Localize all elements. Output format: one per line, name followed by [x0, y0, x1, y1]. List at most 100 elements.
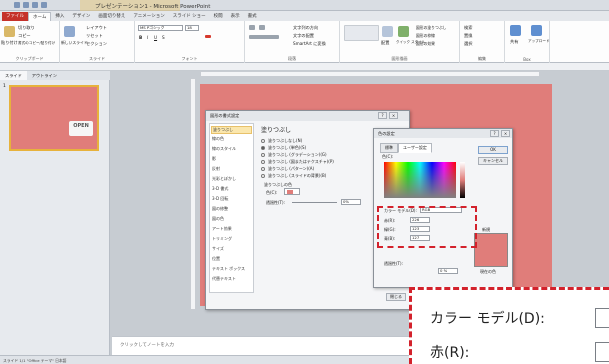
undo-icon[interactable] [32, 2, 38, 8]
share-icon[interactable] [510, 25, 521, 36]
nav-item-line-color[interactable]: 線の色 [212, 136, 224, 142]
luminance-bar[interactable] [460, 162, 465, 198]
transparency-slider[interactable] [292, 202, 337, 203]
panel-tabs: スライド アウトライン [0, 71, 110, 80]
nav-item-3d-format[interactable]: 3-D 書式 [212, 186, 228, 192]
app-icon[interactable] [14, 2, 20, 8]
paste-button[interactable]: 貼り付け [1, 40, 18, 46]
nav-item-glow[interactable]: 光彩とぼかし [212, 176, 236, 182]
redo-icon[interactable] [41, 2, 47, 8]
bold-button[interactable]: B [139, 35, 142, 40]
fill-color-picker[interactable] [284, 188, 300, 195]
copy-button[interactable]: コピー [18, 33, 31, 39]
shape-outline-button[interactable]: 図形の枠線 [416, 33, 435, 39]
radio-picture-fill[interactable] [261, 160, 265, 164]
help-button[interactable]: ? [378, 112, 387, 119]
ok-button[interactable]: OK [478, 146, 508, 154]
nav-item-position[interactable]: 位置 [212, 256, 220, 262]
nav-item-shadow[interactable]: 影 [212, 156, 216, 162]
nav-item-reflection[interactable]: 反射 [212, 166, 220, 172]
tab-home[interactable]: ホーム [28, 12, 52, 21]
tab-insert[interactable]: 挿入 [51, 12, 68, 21]
tab-design[interactable]: デザイン [68, 12, 94, 21]
tab-file[interactable]: ファイル [2, 12, 28, 21]
font-name-input[interactable]: MS Pゴシック [138, 25, 183, 31]
radio-background-fill[interactable] [261, 174, 265, 178]
color-spectrum[interactable] [384, 162, 456, 198]
font-size-input[interactable]: 18 [185, 25, 199, 31]
tab-slides[interactable]: スライド [0, 71, 27, 80]
text-direction-button[interactable]: 文字列の方向 [293, 25, 318, 31]
nav-item-fill[interactable]: 塗りつぶし [211, 126, 252, 134]
replace-button[interactable]: 置換 [464, 33, 472, 39]
upload-icon[interactable] [531, 25, 542, 36]
box-label: Box [523, 57, 531, 62]
nav-item-picture-corrections[interactable]: 図の修整 [212, 206, 228, 212]
radio-gradient-fill[interactable] [261, 153, 265, 157]
color-transparency-input[interactable]: 0 % [438, 268, 458, 274]
slide-thumbnail[interactable]: OPEN [9, 85, 99, 151]
format-close-button[interactable]: 閉じる [386, 293, 406, 301]
format-painter-button[interactable]: 書式のコピー/貼り付け [18, 41, 55, 46]
cut-button[interactable]: 切り取り [18, 25, 35, 31]
reset-button[interactable]: リセット [86, 33, 103, 39]
cancel-button[interactable]: キャンセル [478, 157, 508, 165]
find-button[interactable]: 検索 [464, 25, 472, 31]
new-slide-button[interactable]: 新しいスライド [61, 40, 88, 46]
slides-group: 新しいスライド レイアウト リセット セクション スライド [60, 21, 135, 63]
clipboard-group: 貼り付け 切り取り コピー 書式のコピー/貼り付け クリップボード [0, 21, 60, 63]
tab-outline[interactable]: アウトライン [27, 71, 62, 80]
numbering-icon[interactable] [259, 25, 265, 30]
smartart-button[interactable]: SmartArt に変換 [293, 41, 326, 47]
tab-custom[interactable]: ユーザー設定 [398, 143, 432, 153]
transparency-input[interactable]: 0% [341, 199, 361, 205]
quick-access-toolbar [14, 2, 47, 8]
italic-button[interactable]: I [147, 35, 148, 40]
save-icon[interactable] [23, 2, 29, 8]
shape-fill-button[interactable]: 図形の塗りつぶし [416, 25, 446, 31]
tab-review[interactable]: 校閲 [210, 12, 227, 21]
shadow-button[interactable]: S [162, 35, 165, 40]
color-close-icon[interactable]: × [501, 130, 510, 137]
nav-item-line-style[interactable]: 線のスタイル [212, 146, 236, 152]
radio-no-fill[interactable] [261, 139, 265, 143]
underline-button[interactable]: U [154, 35, 157, 40]
zoom-red-input [595, 342, 609, 362]
new-slide-icon[interactable] [64, 26, 75, 37]
nav-item-alt-text[interactable]: 代替テキスト [212, 276, 236, 282]
bullets-icon[interactable] [249, 25, 255, 30]
font-color-icon[interactable] [205, 35, 211, 38]
nav-item-crop[interactable]: トリミング [212, 236, 232, 242]
layout-button[interactable]: レイアウト [86, 25, 107, 31]
nav-item-artistic-effects[interactable]: アート効果 [212, 226, 232, 232]
section-button[interactable]: セクション [86, 41, 107, 47]
shapes-gallery-icon[interactable] [344, 25, 379, 41]
tab-transitions[interactable]: 画面切り替え [94, 12, 129, 21]
tab-view[interactable]: 表示 [227, 12, 244, 21]
tab-slideshow[interactable]: スライド ショー [169, 12, 210, 21]
close-icon[interactable]: × [389, 112, 398, 119]
quick-styles-icon[interactable] [398, 26, 409, 37]
nav-item-text-box[interactable]: テキスト ボックス [212, 266, 245, 272]
align-text-button[interactable]: 文字の配置 [293, 33, 314, 39]
color-preview-swatch [474, 233, 508, 267]
arrange-button[interactable]: 配置 [381, 40, 389, 46]
select-button[interactable]: 選択 [464, 41, 472, 47]
color-help-button[interactable]: ? [490, 130, 499, 137]
tab-standard[interactable]: 標準 [380, 143, 398, 153]
tab-format[interactable]: 書式 [244, 12, 261, 21]
nav-item-picture-color[interactable]: 図の色 [212, 216, 224, 222]
upload-button[interactable]: アップロード [528, 39, 550, 44]
vertical-ruler [190, 78, 196, 310]
shape-effects-button[interactable]: 図形の効果 [416, 41, 435, 47]
nav-item-3d-rotation[interactable]: 3-D 回転 [212, 196, 228, 202]
paste-icon[interactable] [4, 26, 15, 37]
nav-item-size[interactable]: サイズ [212, 246, 224, 252]
arrange-icon[interactable] [382, 26, 393, 37]
share-button[interactable]: 共有 [510, 39, 518, 45]
format-dialog-title: 図形の書式設定 [210, 113, 240, 118]
align-buttons-icon[interactable] [249, 35, 279, 39]
tab-animations[interactable]: アニメーション [129, 12, 168, 21]
radio-solid-fill[interactable] [261, 146, 265, 150]
radio-pattern-fill[interactable] [261, 167, 265, 171]
